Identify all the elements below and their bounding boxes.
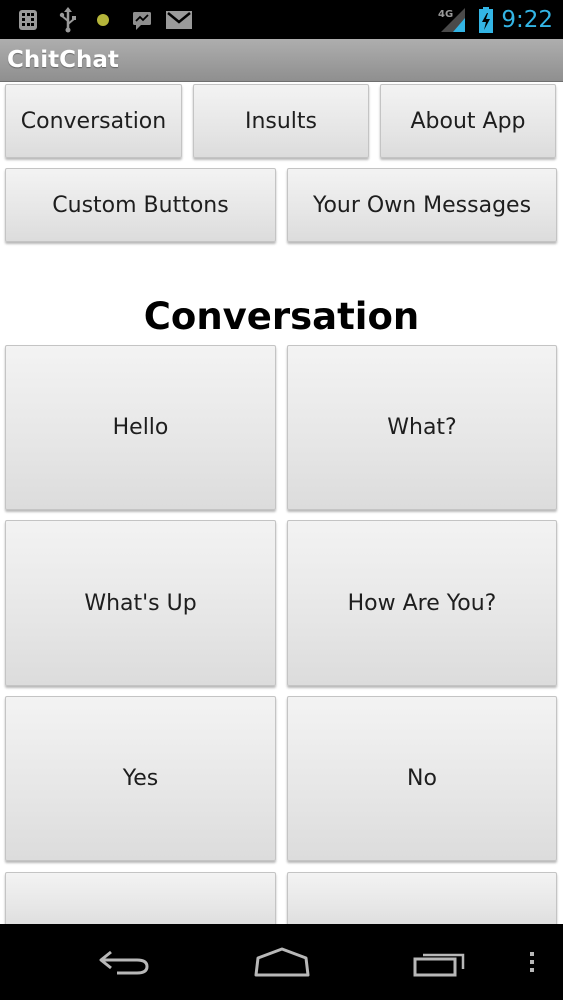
no-button[interactable]: No (287, 696, 557, 861)
menu-icon[interactable] (520, 924, 544, 1000)
notification-dot-icon (92, 0, 114, 39)
hello-button[interactable]: Hello (5, 345, 276, 510)
insults-tab-button[interactable]: Insults (193, 84, 369, 158)
gmail-icon (163, 0, 195, 39)
home-icon[interactable] (248, 924, 316, 1000)
recent-apps-icon[interactable] (406, 924, 472, 1000)
custom-buttons-button[interactable]: Custom Buttons (5, 168, 276, 242)
what-button[interactable]: What? (287, 345, 557, 510)
android-debug-icon (14, 0, 42, 39)
message-button-partial-left[interactable] (5, 872, 276, 932)
how-are-you-button[interactable]: How Are You? (287, 520, 557, 686)
status-time: 9:22 (501, 7, 553, 33)
status-bar: 4G 9:22 (0, 0, 563, 39)
action-bar: ChitChat (0, 39, 563, 82)
conversation-tab-button[interactable]: Conversation (5, 84, 182, 158)
system-nav-bar (0, 924, 563, 1000)
network-type-label: 4G (438, 9, 453, 20)
app-title: ChitChat (7, 47, 119, 73)
chat-icon (128, 0, 156, 39)
signal-icon: 4G (436, 0, 468, 39)
battery-icon (476, 0, 496, 39)
your-own-messages-button[interactable]: Your Own Messages (287, 168, 557, 242)
whats-up-button[interactable]: What's Up (5, 520, 276, 686)
back-icon[interactable] (90, 924, 160, 1000)
about-app-button[interactable]: About App (380, 84, 556, 158)
section-title: Conversation (143, 295, 420, 338)
message-button-partial-right[interactable] (287, 872, 557, 932)
yes-button[interactable]: Yes (5, 696, 276, 861)
usb-icon (55, 0, 81, 39)
